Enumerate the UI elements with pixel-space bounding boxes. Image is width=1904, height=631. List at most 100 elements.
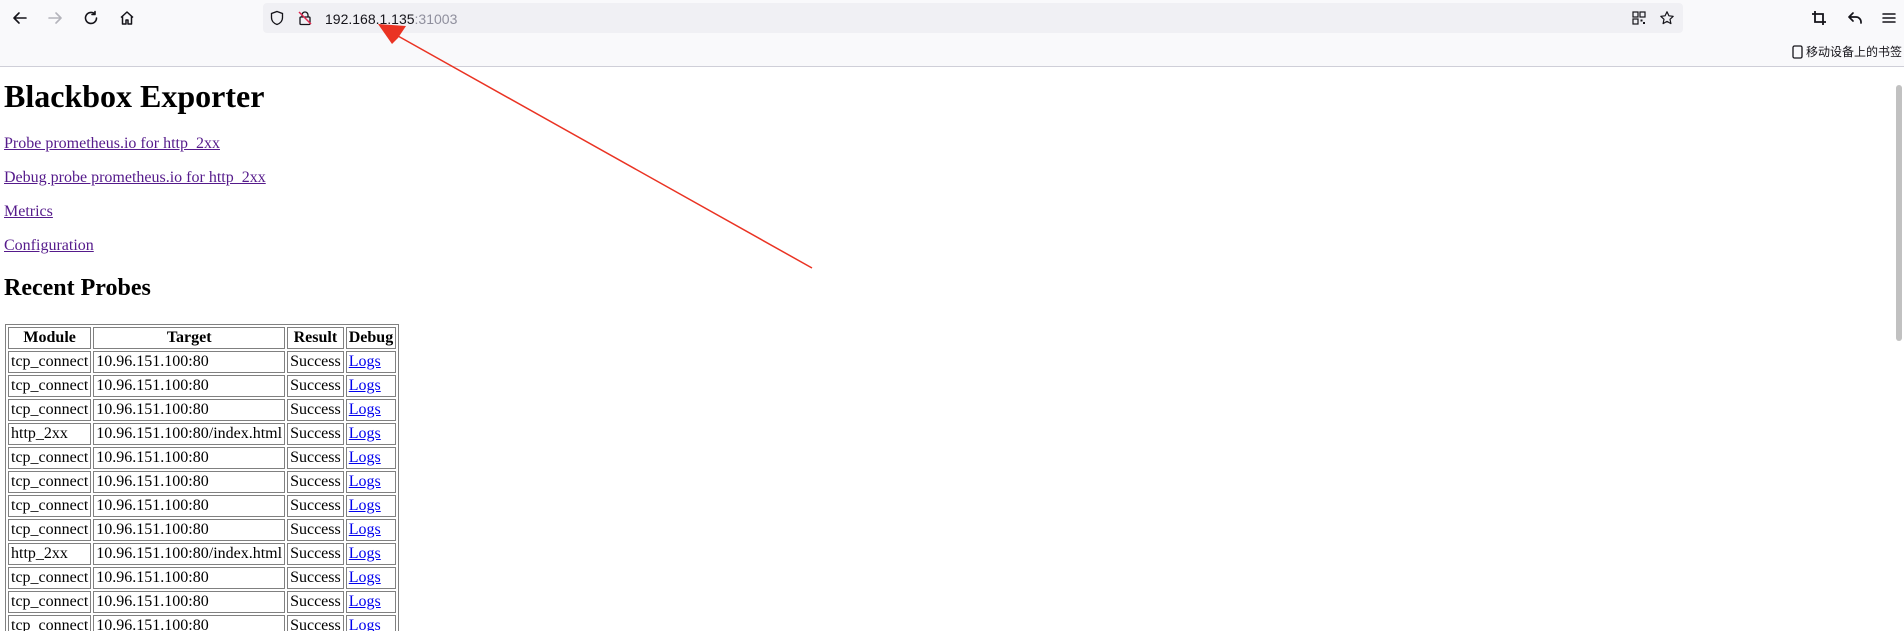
undo-arrow-icon — [1848, 12, 1862, 24]
bookmark-star-icon[interactable] — [1659, 10, 1675, 26]
forward-arrow-icon — [48, 12, 62, 24]
back-button[interactable] — [8, 6, 32, 30]
logs-link[interactable]: Logs — [349, 569, 381, 586]
logs-link[interactable]: Logs — [349, 401, 381, 418]
cell-debug: Logs — [345, 615, 397, 631]
table-row: tcp_connect 10.96.151.100:80 Success Logs — [8, 615, 397, 631]
logs-link[interactable]: Logs — [349, 353, 381, 370]
url-bar[interactable]: 192.168.1.135:31003 — [263, 3, 1683, 33]
mobile-bookmarks-label: 移动设备上的书签 — [1805, 45, 1902, 59]
page-title: Blackbox Exporter — [4, 78, 265, 114]
screenshot-button[interactable] — [1807, 6, 1831, 30]
debug-probe-link[interactable]: Debug probe prometheus.io for http_2xx — [4, 169, 266, 187]
logs-link[interactable]: Logs — [349, 449, 381, 466]
home-button[interactable] — [115, 6, 139, 30]
cell-module: tcp_connect — [8, 471, 92, 493]
cell-module: tcp_connect — [8, 591, 92, 613]
cell-target: 10.96.151.100:80/index.html — [93, 543, 286, 565]
cell-target: 10.96.151.100:80 — [93, 375, 286, 397]
cell-module: tcp_connect — [8, 351, 92, 373]
column-header-target: Target — [93, 327, 286, 349]
mobile-bookmarks-folder[interactable]: 移动设备上的书签 — [1792, 43, 1902, 60]
cell-module: http_2xx — [8, 423, 92, 445]
url-port: :31003 — [414, 11, 458, 27]
cell-target: 10.96.151.100:80 — [93, 471, 286, 493]
cell-target: 10.96.151.100:80 — [93, 567, 286, 589]
scrollbar-thumb[interactable] — [1896, 85, 1902, 341]
cell-result: Success — [287, 375, 344, 397]
forward-button[interactable] — [43, 6, 67, 30]
url-host: 192.168.1.135 — [325, 11, 415, 27]
cell-debug: Logs — [345, 399, 397, 421]
table-header-row: Module Target Result Debug — [8, 327, 397, 349]
logs-link[interactable]: Logs — [349, 377, 381, 394]
cell-result: Success — [287, 567, 344, 589]
browser-toolbar: 192.168.1.135:31003 移动设备上的书签 — [0, 0, 1904, 67]
cell-module: tcp_connect — [8, 615, 92, 631]
column-header-result: Result — [287, 327, 344, 349]
page-content: Blackbox Exporter Probe prometheus.io fo… — [0, 67, 1894, 631]
cell-result: Success — [287, 615, 344, 631]
table-row: tcp_connect 10.96.151.100:80 Success Logs — [8, 519, 397, 541]
table-row: http_2xx 10.96.151.100:80/index.html Succe… — [8, 543, 397, 565]
table-row: http_2xx 10.96.151.100:80/index.html Succe… — [8, 423, 397, 445]
reload-button[interactable] — [79, 6, 103, 30]
probe-rows: tcp_connect 10.96.151.100:80 Success Logs tc… — [8, 351, 397, 631]
cell-debug: Logs — [345, 375, 397, 397]
cell-result: Success — [287, 471, 344, 493]
back-arrow-icon — [13, 12, 27, 24]
cell-module: tcp_connect — [8, 447, 92, 469]
cell-target: 10.96.151.100:80 — [93, 495, 286, 517]
metrics-link[interactable]: Metrics — [4, 203, 53, 221]
table-row: tcp_connect 10.96.151.100:80 Success Logs — [8, 351, 397, 373]
undo-button[interactable] — [1843, 6, 1867, 30]
table-row: tcp_connect 10.96.151.100:80 Success Logs — [8, 447, 397, 469]
cell-debug: Logs — [345, 519, 397, 541]
cell-debug: Logs — [345, 447, 397, 469]
logs-link[interactable]: Logs — [349, 545, 381, 562]
cell-target: 10.96.151.100:80 — [93, 519, 286, 541]
logs-link[interactable]: Logs — [349, 617, 381, 631]
insecure-lock-icon[interactable] — [297, 10, 313, 26]
tracking-shield-icon[interactable] — [269, 10, 285, 26]
column-header-module: Module — [8, 327, 92, 349]
cell-result: Success — [287, 495, 344, 517]
table-row: tcp_connect 10.96.151.100:80 Success Logs — [8, 495, 397, 517]
cell-target: 10.96.151.100:80 — [93, 399, 286, 421]
logs-link[interactable]: Logs — [349, 425, 381, 442]
cell-result: Success — [287, 519, 344, 541]
cell-result: Success — [287, 351, 344, 373]
table-row: tcp_connect 10.96.151.100:80 Success Logs — [8, 591, 397, 613]
cell-target: 10.96.151.100:80 — [93, 591, 286, 613]
cell-module: http_2xx — [8, 543, 92, 565]
hamburger-menu-icon — [1882, 13, 1896, 23]
recent-probes-heading: Recent Probes — [4, 275, 151, 301]
cell-result: Success — [287, 447, 344, 469]
mobile-device-icon — [1792, 44, 1803, 59]
cell-result: Success — [287, 543, 344, 565]
crop-icon — [1812, 11, 1826, 25]
logs-link[interactable]: Logs — [349, 473, 381, 490]
cell-debug: Logs — [345, 543, 397, 565]
cell-debug: Logs — [345, 567, 397, 589]
configuration-link[interactable]: Configuration — [4, 237, 94, 255]
qr-code-icon[interactable] — [1631, 10, 1647, 26]
cell-module: tcp_connect — [8, 495, 92, 517]
cell-result: Success — [287, 423, 344, 445]
probe-link[interactable]: Probe prometheus.io for http_2xx — [4, 135, 220, 153]
logs-link[interactable]: Logs — [349, 521, 381, 538]
cell-module: tcp_connect — [8, 399, 92, 421]
cell-target: 10.96.151.100:80 — [93, 615, 286, 631]
url-text[interactable]: 192.168.1.135:31003 — [325, 11, 457, 27]
page-scrollbar[interactable] — [1894, 67, 1904, 631]
table-row: tcp_connect 10.96.151.100:80 Success Logs — [8, 399, 397, 421]
reload-icon — [84, 10, 98, 25]
cell-target: 10.96.151.100:80 — [93, 447, 286, 469]
logs-link[interactable]: Logs — [349, 593, 381, 610]
cell-module: tcp_connect — [8, 375, 92, 397]
table-row: tcp_connect 10.96.151.100:80 Success Logs — [8, 471, 397, 493]
table-row: tcp_connect 10.96.151.100:80 Success Logs — [8, 567, 397, 589]
menu-button[interactable] — [1877, 6, 1901, 30]
logs-link[interactable]: Logs — [349, 497, 381, 514]
cell-module: tcp_connect — [8, 519, 92, 541]
